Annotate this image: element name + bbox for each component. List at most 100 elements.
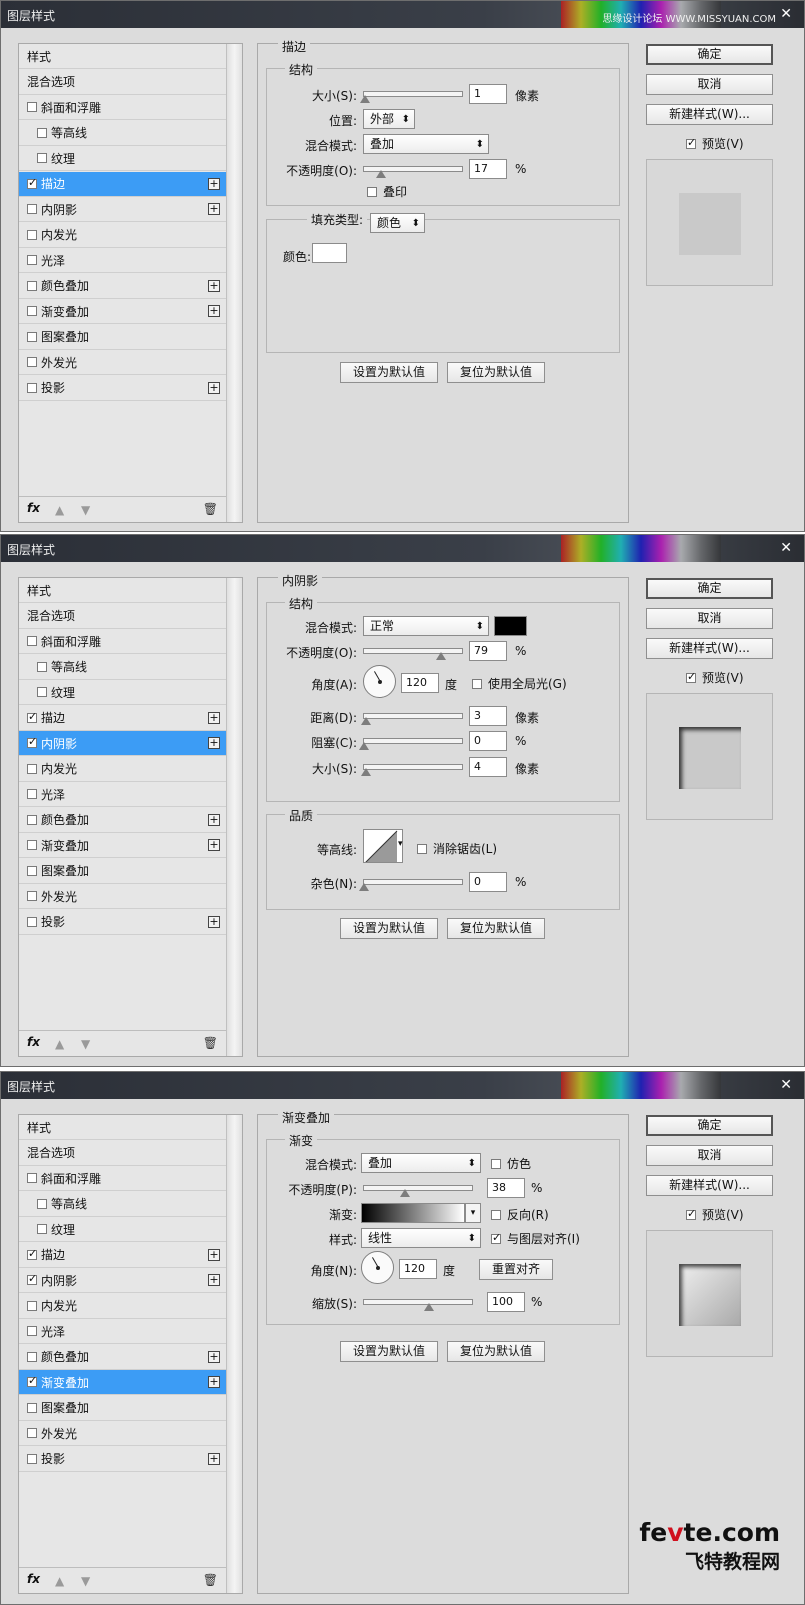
opacity-slider[interactable] — [363, 166, 463, 178]
move-down-icon[interactable]: ▼ — [81, 1574, 95, 1588]
sidebar-item-contour[interactable]: 等高线 — [19, 1192, 226, 1217]
checkbox[interactable] — [27, 1173, 37, 1183]
checkbox[interactable] — [37, 687, 47, 697]
cancel-button[interactable]: 取消 — [646, 1145, 773, 1166]
close-icon[interactable]: ✕ — [780, 540, 792, 556]
add-effect-icon[interactable]: + — [208, 737, 220, 749]
sidebar-item-inner-glow[interactable]: 内发光 — [19, 223, 226, 248]
sidebar-item-color-overlay[interactable]: 颜色叠加 + — [19, 1345, 226, 1370]
opacity-slider[interactable] — [363, 648, 463, 660]
contour-picker[interactable] — [363, 829, 403, 863]
reset-default-button[interactable]: 复位为默认值 — [447, 1341, 545, 1362]
checkbox[interactable] — [27, 1351, 37, 1362]
cancel-button[interactable]: 取消 — [646, 74, 773, 95]
sidebar-item-drop-shadow[interactable]: 投影 + — [19, 910, 226, 935]
new-style-button[interactable]: 新建样式(W)... — [646, 638, 773, 659]
add-effect-icon[interactable]: + — [208, 305, 220, 317]
align-with-layer-checkbox[interactable]: 与图层对齐(I) — [491, 1230, 580, 1247]
sidebar-item-texture[interactable]: 纹理 — [19, 146, 226, 171]
trash-icon[interactable]: 🗑 — [203, 502, 218, 516]
make-default-button[interactable]: 设置为默认值 — [340, 1341, 438, 1362]
dither-checkbox[interactable]: 仿色 — [491, 1155, 531, 1172]
sidebar-item-contour[interactable]: 等高线 — [19, 655, 226, 680]
style-select[interactable]: 线性 ⬍ — [361, 1228, 481, 1248]
checkbox[interactable] — [27, 1428, 37, 1438]
trash-icon[interactable]: 🗑 — [203, 1036, 218, 1050]
size-slider[interactable] — [360, 764, 463, 776]
sidebar-item-inner-shadow[interactable]: 内阴影 + — [19, 731, 226, 756]
checkbox[interactable] — [27, 763, 37, 774]
close-icon[interactable]: ✕ — [780, 1077, 792, 1093]
sidebar-item-texture[interactable]: 纹理 — [19, 1217, 226, 1242]
fx-icon[interactable]: fx — [27, 1035, 40, 1049]
preview-checkbox[interactable]: 预览(V) — [686, 135, 744, 152]
chevron-down-icon[interactable]: ▾ — [465, 1203, 481, 1223]
checkbox-checked[interactable] — [27, 176, 37, 189]
sidebar-item-satin[interactable]: 光泽 — [19, 248, 226, 273]
add-effect-icon[interactable]: + — [208, 1376, 220, 1388]
title-bar[interactable]: 图层样式 思缘设计论坛 WWW.MISSYUAN.COM ✕ — [1, 1, 804, 28]
checkbox[interactable] — [27, 102, 37, 112]
angle-input[interactable]: 120 — [399, 1259, 437, 1279]
reset-default-button[interactable]: 复位为默认值 — [447, 918, 545, 939]
sidebar-item-inner-glow[interactable]: 内发光 — [19, 757, 226, 782]
checkbox[interactable] — [37, 1198, 47, 1209]
checkbox[interactable] — [27, 382, 37, 393]
add-effect-icon[interactable]: + — [208, 1452, 220, 1465]
sidebar-item-pattern-overlay[interactable]: 图案叠加 — [19, 1396, 226, 1421]
angle-dial[interactable] — [363, 665, 396, 698]
checkbox[interactable] — [491, 1209, 501, 1220]
sidebar-item-styles[interactable]: 样式 — [19, 1115, 226, 1140]
close-icon[interactable]: ✕ — [780, 6, 792, 22]
opacity-input[interactable]: 38 — [487, 1178, 525, 1198]
checkbox[interactable] — [27, 1402, 37, 1413]
checkbox[interactable] — [27, 280, 37, 291]
reverse-checkbox[interactable]: 反向(R) — [491, 1206, 549, 1223]
position-select[interactable]: 外部 ⬍ — [363, 109, 415, 129]
checkbox[interactable] — [27, 865, 37, 876]
ok-button[interactable]: 确定 — [646, 1115, 773, 1136]
add-effect-icon[interactable]: + — [208, 915, 220, 928]
antialias-checkbox[interactable]: 消除锯齿(L) — [417, 840, 497, 857]
checkbox[interactable] — [27, 916, 37, 927]
checkbox[interactable] — [37, 127, 47, 138]
sidebar-item-gradient-overlay[interactable]: 渐变叠加 + — [19, 833, 226, 858]
reset-default-button[interactable]: 复位为默认值 — [447, 362, 545, 383]
fill-type-select[interactable]: 颜色 ⬍ — [370, 213, 425, 233]
checkbox-checked[interactable] — [686, 136, 696, 149]
sidebar-item-inner-glow[interactable]: 内发光 — [19, 1294, 226, 1319]
chevron-down-icon[interactable]: ▾ — [398, 839, 403, 849]
checkbox[interactable] — [27, 1326, 37, 1336]
checkbox[interactable] — [37, 153, 47, 163]
move-down-icon[interactable]: ▼ — [81, 1037, 95, 1051]
checkbox[interactable] — [37, 1224, 47, 1234]
add-effect-icon[interactable]: + — [208, 279, 220, 292]
sidebar-item-color-overlay[interactable]: 颜色叠加 + — [19, 274, 226, 299]
reset-align-button[interactable]: 重置对齐 — [479, 1259, 553, 1280]
sidebar-item-pattern-overlay[interactable]: 图案叠加 — [19, 325, 226, 350]
shadow-color-swatch[interactable] — [494, 616, 527, 636]
move-up-icon[interactable]: ▲ — [55, 1037, 69, 1051]
sidebar-item-satin[interactable]: 光泽 — [19, 1319, 226, 1344]
checkbox-checked[interactable] — [27, 1247, 37, 1260]
stroke-color-swatch[interactable] — [312, 243, 347, 263]
add-effect-icon[interactable]: + — [208, 203, 220, 215]
add-effect-icon[interactable]: + — [208, 711, 220, 724]
sidebar-item-outer-glow[interactable]: 外发光 — [19, 350, 226, 375]
add-effect-icon[interactable]: + — [208, 381, 220, 394]
title-bar[interactable]: 图层样式 ✕ — [1, 535, 804, 562]
checkbox-checked[interactable] — [27, 1272, 37, 1285]
distance-input[interactable]: 3 — [469, 706, 507, 726]
checkbox[interactable] — [27, 1300, 37, 1311]
noise-input[interactable]: 0 — [469, 872, 507, 892]
checkbox[interactable] — [491, 1158, 501, 1169]
scrollbar[interactable] — [226, 44, 242, 522]
preview-checkbox[interactable]: 预览(V) — [686, 1206, 744, 1223]
sidebar-item-styles[interactable]: 样式 — [19, 44, 226, 69]
sidebar-item-pattern-overlay[interactable]: 图案叠加 — [19, 859, 226, 884]
add-effect-icon[interactable]: + — [208, 1350, 220, 1363]
checkbox-checked[interactable] — [27, 735, 37, 748]
move-up-icon[interactable]: ▲ — [55, 503, 69, 517]
fx-icon[interactable]: fx — [27, 1572, 40, 1586]
scrollbar[interactable] — [226, 578, 242, 1056]
